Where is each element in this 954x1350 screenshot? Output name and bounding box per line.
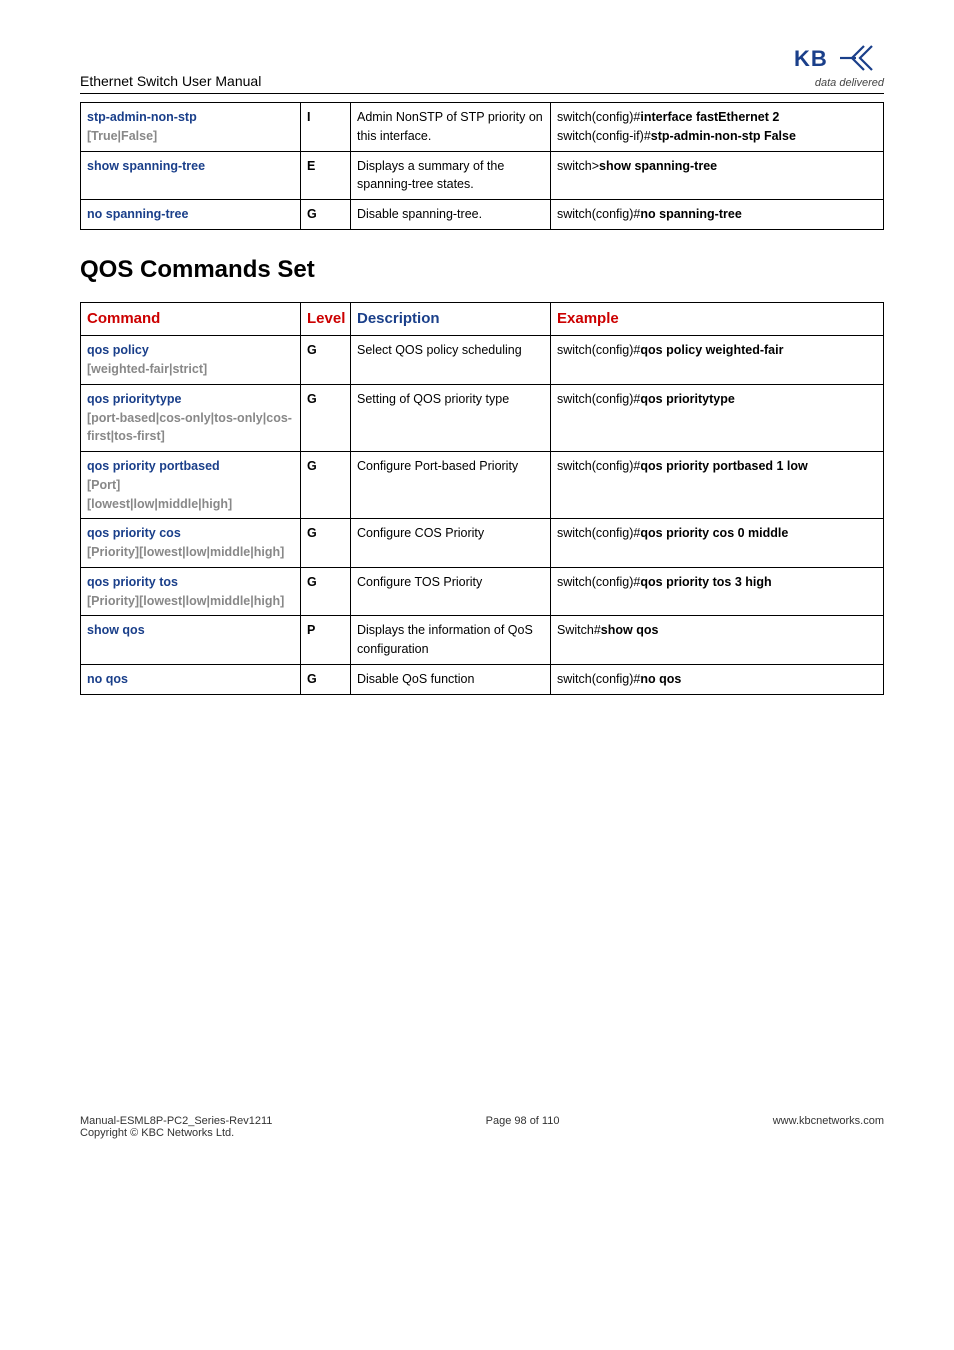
- header-logo: KB data delivered: [794, 40, 884, 89]
- cell-command: qos policy [weighted-fair|strict]: [81, 336, 301, 385]
- table-row: stp-admin-non-stp [True|False] IAdmin NonS…: [81, 103, 884, 152]
- cell-description: Displays the information of QoS configur…: [351, 616, 551, 665]
- table-row: qos policy [weighted-fair|strict] GSelect …: [81, 336, 884, 385]
- cell-example: switch(config)#no spanning-tree: [551, 200, 884, 230]
- cell-level: I: [301, 103, 351, 152]
- command-args: [port-based|cos-only|tos-only|cos-first|…: [87, 411, 292, 444]
- command-args: [lowest|low|middle|high]: [87, 497, 232, 511]
- command-args: [True|False]: [87, 129, 157, 143]
- footer-left: Manual-ESML8P-PC2_Series-Rev1211 Copyrig…: [80, 1115, 272, 1139]
- command-name: qos priority portbased: [87, 459, 220, 473]
- cell-description: Configure TOS Priority: [351, 567, 551, 616]
- col-header-level: Level: [301, 302, 351, 336]
- col-header-description: Description: [351, 302, 551, 336]
- table-row: qos priority portbased [Port] [lowest|low|…: [81, 452, 884, 519]
- table-row: show qos PDisplays the information of QoS…: [81, 616, 884, 665]
- page-header: Ethernet Switch User Manual KB data deli…: [80, 40, 884, 93]
- cell-example: switch>show spanning-tree: [551, 151, 884, 200]
- stp-table: stp-admin-non-stp [True|False] IAdmin NonS…: [80, 102, 884, 230]
- footer-center: Page 98 of 110: [486, 1115, 560, 1139]
- table-row: no qos GDisable QoS function switch(config…: [81, 664, 884, 694]
- cell-example: switch(config)#qos priority tos 3 high: [551, 567, 884, 616]
- example-line: Switch#show qos: [557, 623, 658, 637]
- cell-example: Switch#show qos: [551, 616, 884, 665]
- example-line: switch(config)#qos prioritytype: [557, 392, 735, 406]
- footer-right: www.kbcnetworks.com: [773, 1115, 884, 1139]
- example-line: switch(config-if)#stp-admin-non-stp Fals…: [557, 129, 796, 143]
- qos-table: Command Level Description Example qos po…: [80, 302, 884, 695]
- table-row: qos prioritytype [port-based|cos-only|tos…: [81, 384, 884, 451]
- command-name: qos priority tos: [87, 575, 178, 589]
- command-args: [Priority][lowest|low|middle|high]: [87, 545, 284, 559]
- header-tagline: data delivered: [794, 78, 884, 89]
- cell-command: qos priority cos [Priority][lowest|low|mi…: [81, 519, 301, 568]
- command-name: stp-admin-non-stp: [87, 110, 197, 124]
- example-line: switch(config)#no qos: [557, 672, 681, 686]
- command-name: qos priority cos: [87, 526, 181, 540]
- command-name: qos prioritytype: [87, 392, 181, 406]
- col-header-command: Command: [81, 302, 301, 336]
- cell-level: G: [301, 336, 351, 385]
- cell-level: G: [301, 384, 351, 451]
- example-line: switch>show spanning-tree: [557, 159, 717, 173]
- cell-level: G: [301, 519, 351, 568]
- command-args: [Port]: [87, 478, 120, 492]
- cell-level: G: [301, 452, 351, 519]
- example-line: switch(config)#no spanning-tree: [557, 207, 742, 221]
- svg-text:KB: KB: [794, 46, 828, 71]
- cell-description: Select QOS policy scheduling: [351, 336, 551, 385]
- cell-level: P: [301, 616, 351, 665]
- cell-example: switch(config)#qos prioritytype: [551, 384, 884, 451]
- table-row: qos priority cos [Priority][lowest|low|mi…: [81, 519, 884, 568]
- page-footer: Manual-ESML8P-PC2_Series-Rev1211 Copyrig…: [80, 1115, 884, 1139]
- cell-example: switch(config)#qos priority cos 0 middle: [551, 519, 884, 568]
- command-name: qos policy: [87, 343, 149, 357]
- col-header-example: Example: [551, 302, 884, 336]
- example-line: switch(config)#interface fastEthernet 2: [557, 110, 779, 124]
- cell-description: Setting of QOS priority type: [351, 384, 551, 451]
- kbc-logo-icon: KB: [794, 40, 884, 76]
- cell-command: qos prioritytype [port-based|cos-only|tos…: [81, 384, 301, 451]
- example-line: switch(config)#qos priority tos 3 high: [557, 575, 772, 589]
- cell-command: qos priority tos [Priority][lowest|low|mi…: [81, 567, 301, 616]
- section-title: QOS Commands Set: [80, 256, 884, 284]
- cell-description: Configure Port-based Priority: [351, 452, 551, 519]
- example-line: switch(config)#qos priority portbased 1 …: [557, 459, 808, 473]
- table-row: no spanning-tree GDisable spanning-tree. s…: [81, 200, 884, 230]
- cell-level: G: [301, 200, 351, 230]
- cell-command: show spanning-tree: [81, 151, 301, 200]
- table-row: qos priority tos [Priority][lowest|low|mi…: [81, 567, 884, 616]
- command-args: [weighted-fair|strict]: [87, 362, 207, 376]
- header-title: Ethernet Switch User Manual: [80, 73, 261, 89]
- header-rule: [80, 93, 884, 94]
- command-name: show spanning-tree: [87, 159, 205, 173]
- qos-table-header-row: Command Level Description Example: [81, 302, 884, 336]
- cell-description: Disable spanning-tree.: [351, 200, 551, 230]
- cell-example: switch(config)#qos priority portbased 1 …: [551, 452, 884, 519]
- table-row: show spanning-tree EDisplays a summary of…: [81, 151, 884, 200]
- example-line: switch(config)#qos priority cos 0 middle: [557, 526, 788, 540]
- cell-command: stp-admin-non-stp [True|False]: [81, 103, 301, 152]
- cell-description: Configure COS Priority: [351, 519, 551, 568]
- command-name: show qos: [87, 623, 145, 637]
- cell-level: G: [301, 567, 351, 616]
- example-line: switch(config)#qos policy weighted-fair: [557, 343, 783, 357]
- cell-level: G: [301, 664, 351, 694]
- command-name: no qos: [87, 672, 128, 686]
- command-name: no spanning-tree: [87, 207, 188, 221]
- cell-command: show qos: [81, 616, 301, 665]
- cell-example: switch(config)#interface fastEthernet 2 s…: [551, 103, 884, 152]
- cell-description: Displays a summary of the spanning-tree …: [351, 151, 551, 200]
- cell-command: no spanning-tree: [81, 200, 301, 230]
- cell-description: Disable QoS function: [351, 664, 551, 694]
- cell-example: switch(config)#qos policy weighted-fair: [551, 336, 884, 385]
- cell-description: Admin NonSTP of STP priority on this int…: [351, 103, 551, 152]
- cell-command: qos priority portbased [Port] [lowest|low|…: [81, 452, 301, 519]
- cell-command: no qos: [81, 664, 301, 694]
- cell-example: switch(config)#no qos: [551, 664, 884, 694]
- cell-level: E: [301, 151, 351, 200]
- command-args: [Priority][lowest|low|middle|high]: [87, 594, 284, 608]
